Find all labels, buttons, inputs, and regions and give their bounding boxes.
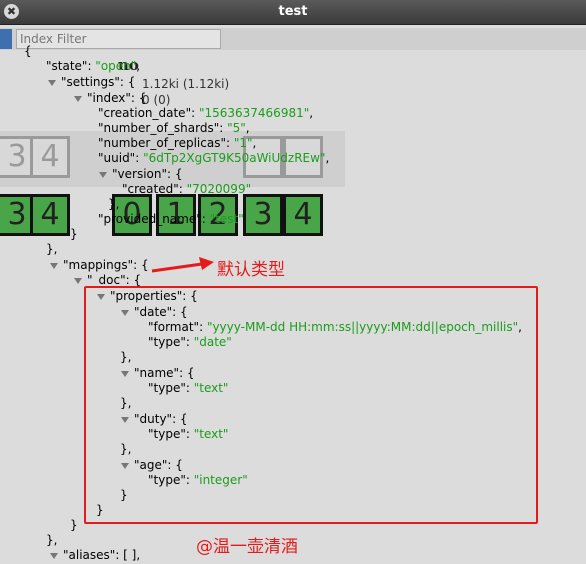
json-line: },	[108, 197, 119, 212]
json-key: "state"	[46, 59, 88, 73]
json-punctuation: : {	[133, 258, 149, 272]
json-key: "provided_name"	[98, 212, 202, 226]
json-line: "provided_name": "test"	[98, 212, 244, 227]
dialog-titlebar: ✖ test	[0, 0, 586, 25]
json-punctuation: ,	[245, 121, 250, 135]
json-punctuation: : {	[119, 75, 136, 89]
json-punctuation: :	[225, 136, 234, 150]
json-line: "uuid": "6dTp2XgGT9K50aWiUdzREw",	[98, 151, 329, 166]
json-string-value: "1"	[233, 136, 253, 150]
collapse-toggle-icon[interactable]	[74, 96, 82, 102]
json-key: "creation_date"	[98, 106, 192, 120]
json-line: {	[24, 44, 32, 59]
json-punctuation: ,	[325, 151, 330, 165]
json-key: "created"	[122, 182, 179, 196]
json-string-value: "7020099"	[186, 182, 252, 196]
json-line: "aliases": [ ],	[63, 548, 140, 563]
json-punctuation: :	[191, 106, 199, 120]
json-punctuation: },	[46, 533, 58, 547]
json-line: "number_of_shards": "5",	[98, 121, 250, 136]
json-line: },	[46, 533, 57, 548]
json-key: "index"	[87, 91, 131, 105]
json-line: "creation_date": "1563637466981",	[98, 106, 313, 121]
json-key: "_doc"	[87, 273, 126, 287]
json-punctuation: },	[46, 242, 58, 256]
json-string-value: "5"	[227, 121, 246, 135]
collapse-toggle-icon[interactable]	[74, 278, 82, 284]
json-line: "index": {	[87, 91, 146, 106]
json-line: "created": "7020099"	[122, 182, 251, 197]
json-line: "version": {	[112, 167, 183, 182]
json-key: "mappings"	[63, 258, 134, 272]
json-punctuation: : [ ],	[115, 548, 141, 562]
json-punctuation: },	[108, 197, 120, 211]
json-punctuation: :	[135, 151, 144, 165]
json-string-value: "1563637466981"	[198, 106, 310, 120]
json-punctuation: : {	[125, 273, 142, 287]
json-string-value: "test"	[209, 212, 244, 226]
collapse-toggle-icon[interactable]	[50, 553, 58, 559]
collapse-toggle-icon[interactable]	[50, 263, 58, 269]
json-key: "number_of_replicas"	[98, 136, 226, 150]
collapse-toggle-icon[interactable]	[48, 80, 56, 86]
json-punctuation: :	[201, 212, 210, 226]
json-punctuation: ,	[136, 59, 141, 73]
json-line: }	[70, 518, 78, 533]
arrow-icon	[151, 257, 214, 273]
json-line: "settings": {	[61, 75, 135, 90]
properties-highlight-box	[84, 286, 538, 524]
json-punctuation: : {	[167, 167, 183, 181]
json-punctuation: :	[178, 182, 187, 196]
json-punctuation: : {	[130, 91, 147, 105]
json-punctuation: }	[70, 518, 78, 532]
json-string-value: "open"	[95, 59, 137, 73]
json-punctuation: ,	[252, 136, 257, 150]
default-type-note: 默认类型	[217, 260, 285, 280]
json-punctuation: ,	[309, 106, 314, 120]
json-key: "settings"	[61, 75, 120, 89]
json-key: "aliases"	[63, 548, 116, 562]
json-key: "uuid"	[98, 151, 136, 165]
json-line: "mappings": {	[63, 258, 149, 273]
json-key: "version"	[112, 167, 167, 181]
json-line: "number_of_replicas": "1",	[98, 136, 256, 151]
watermark: @温一壶清酒	[196, 537, 298, 557]
json-string-value: "6dTp2XgGT9K50aWiUdzREw"	[143, 151, 326, 165]
close-icon[interactable]: ✖	[4, 4, 19, 19]
json-line: "state": "open",	[46, 59, 140, 74]
json-punctuation: {	[24, 44, 32, 58]
json-line: }	[70, 227, 78, 242]
json-key: "number_of_shards"	[98, 121, 220, 135]
json-line: },	[46, 242, 57, 257]
json-punctuation: :	[219, 121, 228, 135]
dialog-title: test	[278, 4, 308, 19]
json-punctuation: }	[70, 227, 78, 241]
collapse-toggle-icon[interactable]	[99, 172, 107, 178]
